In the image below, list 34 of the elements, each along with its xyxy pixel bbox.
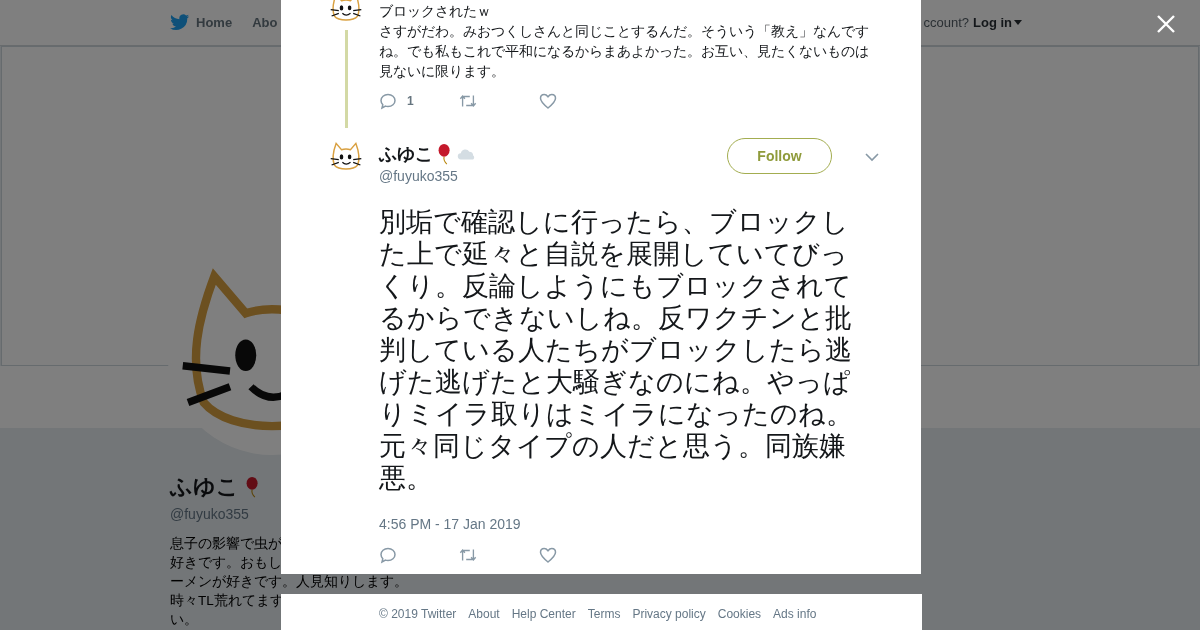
reply-count: 1	[407, 94, 414, 108]
user-name[interactable]: ふゆこ	[379, 142, 433, 166]
reply-icon[interactable]	[379, 546, 397, 564]
follow-button[interactable]: Follow	[727, 138, 832, 174]
caret-icon[interactable]	[1014, 20, 1022, 25]
retweet-icon[interactable]	[459, 92, 477, 110]
tweet-text: 別垢で確認しに行ったら、ブロックした上で延々と自説を展開していてびっくり。反論しようにもブロックされてるからできないしね。反ワクチンと批判している人たちがブロックしたら逃げた逃げたと大騒ぎなのにね。やっぱりミイラ取りはミイラになったのね。 元々同じタイプの人だと思う。同族嫌悪。	[379, 206, 854, 494]
user-handle[interactable]: @fuyuko355	[379, 168, 712, 184]
bird-icon	[170, 14, 190, 31]
account-prompt: ccount?	[923, 15, 969, 30]
tweet-timestamp: 4:56 PM - 17 Jan 2019	[379, 516, 522, 532]
footer-link[interactable]: Terms	[587, 607, 621, 621]
footer-link[interactable]: Ads info	[773, 607, 817, 621]
tweet-text: さすがだわ。みおつくしさんと同じことするんだ。そういう「教え」なんですね。でも私もこれで平和になるからまあよかった。お互い、見たくないものは見ないに限ります。	[379, 22, 870, 81]
footer-link[interactable]: Help Center	[511, 607, 576, 621]
nav-link[interactable]: Home	[170, 14, 233, 31]
login-link[interactable]: Log in	[973, 15, 1022, 30]
profile-handle: @fuyuko355	[170, 506, 250, 522]
heart-icon[interactable]	[539, 92, 557, 110]
bio-line: ーメンが好きです。人見知りします。	[170, 573, 408, 591]
footer-link[interactable]: Cookies	[717, 607, 762, 621]
footer-link[interactable]: © 2019 Twitter	[379, 607, 457, 621]
retweet-icon[interactable]	[459, 546, 477, 564]
bio-line: い。	[170, 611, 198, 629]
reply-icon[interactable]	[379, 92, 397, 110]
heart-icon[interactable]	[539, 546, 557, 564]
footer-link[interactable]: Privacy policy	[632, 607, 706, 621]
profile-name: ふゆこ	[170, 473, 239, 501]
footer-link[interactable]: About	[468, 607, 500, 621]
bio-line: 好きです。おもし	[170, 554, 282, 572]
close-icon[interactable]	[1156, 14, 1176, 34]
nav-link[interactable]: Abo	[252, 15, 278, 30]
chevron-icon[interactable]	[865, 153, 879, 162]
tweet-text: ブロックされたｗ	[379, 2, 492, 21]
